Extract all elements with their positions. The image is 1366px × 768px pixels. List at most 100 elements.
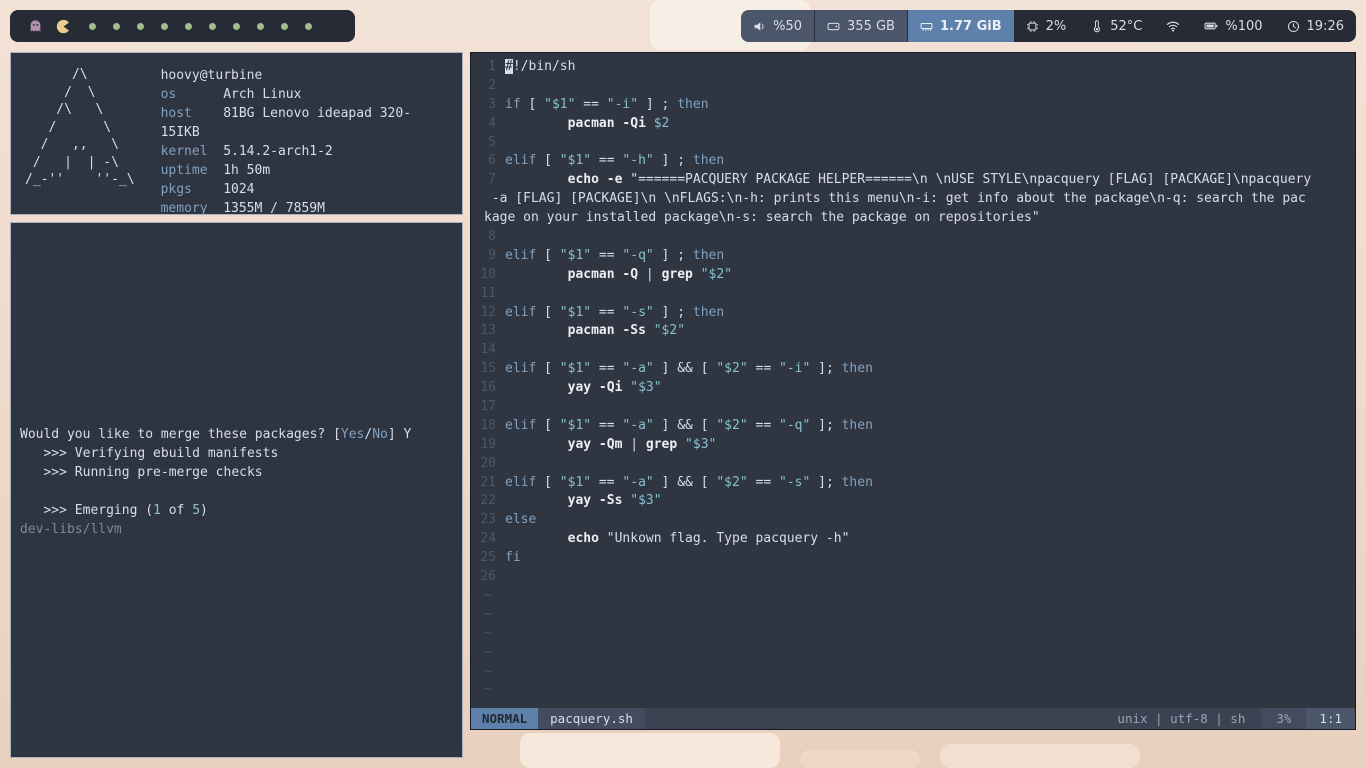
editor-line[interactable]: 20 [471,455,1355,474]
editor-line[interactable]: 2 [471,77,1355,96]
line-number: 22 [480,493,496,509]
bar-segment-wifi[interactable] [1154,10,1192,42]
terminal-output: Would you like to merge these packages? … [20,425,462,539]
line-number: 13 [480,323,496,339]
workspace-dot[interactable] [185,22,192,30]
wifi-icon [1166,19,1180,33]
bar-segment-label: 355 GB [847,18,895,34]
editor-line[interactable]: 14 [471,341,1355,360]
editor-line[interactable]: 25 fi [471,549,1355,568]
pacman-icon[interactable] [56,19,71,34]
editor-line[interactable]: 10 pacman -Q | grep "$2" [471,266,1355,285]
neofetch-user-host: hoovy@turbine [160,68,263,83]
editor-line[interactable]: 5 [471,134,1355,153]
vim-statusline: NORMAL pacquery.sh unix | utf-8 | sh 3% … [471,708,1355,729]
workspace-dot[interactable] [305,22,312,30]
editor-line[interactable]: 3 if [ "$1" == "-i" ] ; then [471,96,1355,115]
line-number: 1 [488,59,496,74]
wallpaper-shape [940,744,1140,768]
thermometer-icon [1090,19,1103,33]
editor-line[interactable]: 9 elif [ "$1" == "-q" ] ; then [471,247,1355,266]
line-number: 7 [488,172,496,188]
terminal-line: Would you like to merge these packages? … [20,427,412,442]
bar-segment-battery[interactable]: %100 [1192,10,1274,42]
vim-window[interactable]: 1 #!/bin/sh 2 3 if [ "$1" == "-i" ] ; then 4 … [470,52,1356,730]
workspace-dot[interactable] [137,22,144,30]
bar-segment-disk[interactable]: 355 GB [815,10,908,42]
line-number: 11 [480,285,496,301]
editor-line[interactable]: 1 #!/bin/sh [471,58,1355,77]
bar-segment-label: %50 [773,18,803,34]
editor-line[interactable]: 19 yay -Qm | grep "$3" [471,436,1355,455]
terminal-window[interactable]: Would you like to merge these packages? … [10,222,463,758]
workspace-dot[interactable] [89,22,96,30]
editor-line[interactable]: 26 [471,568,1355,587]
bar-segment-label: 2% [1045,18,1067,34]
line-number: 26 [480,569,496,585]
topbar-left-icons [28,19,71,34]
line-number: 15 [480,361,496,377]
bar-segment-label: 1.77 GiB [939,18,1002,34]
editor-line[interactable]: 22 yay -Ss "$3" [471,492,1355,511]
line-number: 8 [488,229,496,245]
line-number: 14 [480,342,496,358]
editor-line[interactable]: 15 elif [ "$1" == "-a" ] && [ "$2" == "-i… [471,360,1355,379]
line-number: 21 [480,474,496,490]
editor-line[interactable]: 12 elif [ "$1" == "-s" ] ; then [471,304,1355,323]
workspace-dot[interactable] [161,22,168,30]
line-number: 16 [480,380,496,396]
neofetch-field: os Arch Linux [160,87,302,102]
terminal-line: >>> Verifying ebuild manifests [20,446,279,461]
editor-line[interactable]: 24 echo "Unkown flag. Type pacquery -h" [471,530,1355,549]
line-number: 19 [480,436,496,452]
editor-lines[interactable]: 1 #!/bin/sh 2 3 if [ "$1" == "-i" ] ; then 4 … [471,53,1355,708]
editor-line[interactable]: 8 [471,228,1355,247]
editor-line[interactable]: 7 echo -e "======PACQUERY PACKAGE HELPER… [471,171,1355,190]
bar-segment-label: %100 [1225,18,1263,34]
editor-line[interactable]: 6 elif [ "$1" == "-h" ] ; then [471,152,1355,171]
cpu-icon [1026,20,1039,33]
editor-line[interactable]: 17 [471,398,1355,417]
workspace-dot[interactable] [257,22,264,30]
editor-empty-line: ~ [484,606,492,622]
editor-line[interactable]: 16 yay -Qi "$3" [471,379,1355,398]
editor-empty-line: ~ [484,644,492,660]
neofetch-window[interactable]: /\ / \ /\ \ / \ / ,, \ / | | -\ /_-'' ''… [10,52,463,216]
line-number: 10 [480,266,496,282]
line-number: 3 [488,96,496,112]
line-number: 17 [480,399,496,415]
editor-line[interactable]: 11 [471,285,1355,304]
topbar-right: %50 355 GB 1.77 GiB 2% 52°C %100 19:26 [741,10,1356,42]
workspace-dot[interactable] [113,22,120,30]
wallpaper-shape [520,733,780,768]
line-number: 9 [488,247,496,263]
editor-line[interactable]: 4 pacman -Qi $2 [471,115,1355,134]
neofetch-field: kernel 5.14.2-arch1-2 [160,144,333,159]
terminal-line: >>> Running pre-merge checks [20,465,263,480]
editor-line[interactable]: 21 elif [ "$1" == "-a" ] && [ "$2" == "-s… [471,474,1355,493]
bar-segment-temperature[interactable]: 52°C [1078,10,1154,42]
statusline-cursor-position: 1:1 [1306,708,1355,729]
workspace-dot[interactable] [233,22,240,30]
workspace-dot[interactable] [209,22,216,30]
line-number: 20 [480,455,496,471]
bar-segment-clock[interactable]: 19:26 [1275,10,1356,42]
bar-segment-cpu[interactable]: 2% [1014,10,1079,42]
line-number: 2 [488,77,496,93]
wallpaper-shape [800,750,920,768]
editor-line[interactable]: 23 else [471,511,1355,530]
terminal-line: dev-libs/llvm [20,522,122,537]
bar-segment-memory[interactable]: 1.77 GiB [907,10,1014,42]
ghost-icon[interactable] [28,19,43,34]
editor-line[interactable]: kage on your installed package\n-s: sear… [471,209,1355,228]
editor-line[interactable]: -a [FLAG] [PACKAGE]\n \nFLAGS:\n-h: prin… [471,190,1355,209]
workspace-dot[interactable] [281,22,288,30]
statusline-fileinfo: unix | utf-8 | sh [1117,711,1246,726]
terminal-line: >>> Emerging (1 of 5) [20,503,208,518]
editor-line[interactable]: 13 pacman -Ss "$2" [471,322,1355,341]
line-number: 23 [480,512,496,528]
editor-line[interactable]: 18 elif [ "$1" == "-a" ] && [ "$2" == "-q… [471,417,1355,436]
bar-segment-volume[interactable]: %50 [741,10,816,42]
arch-logo-ascii: /\ / \ /\ \ / \ / ,, \ / | | -\ /_-'' ''… [25,67,135,187]
